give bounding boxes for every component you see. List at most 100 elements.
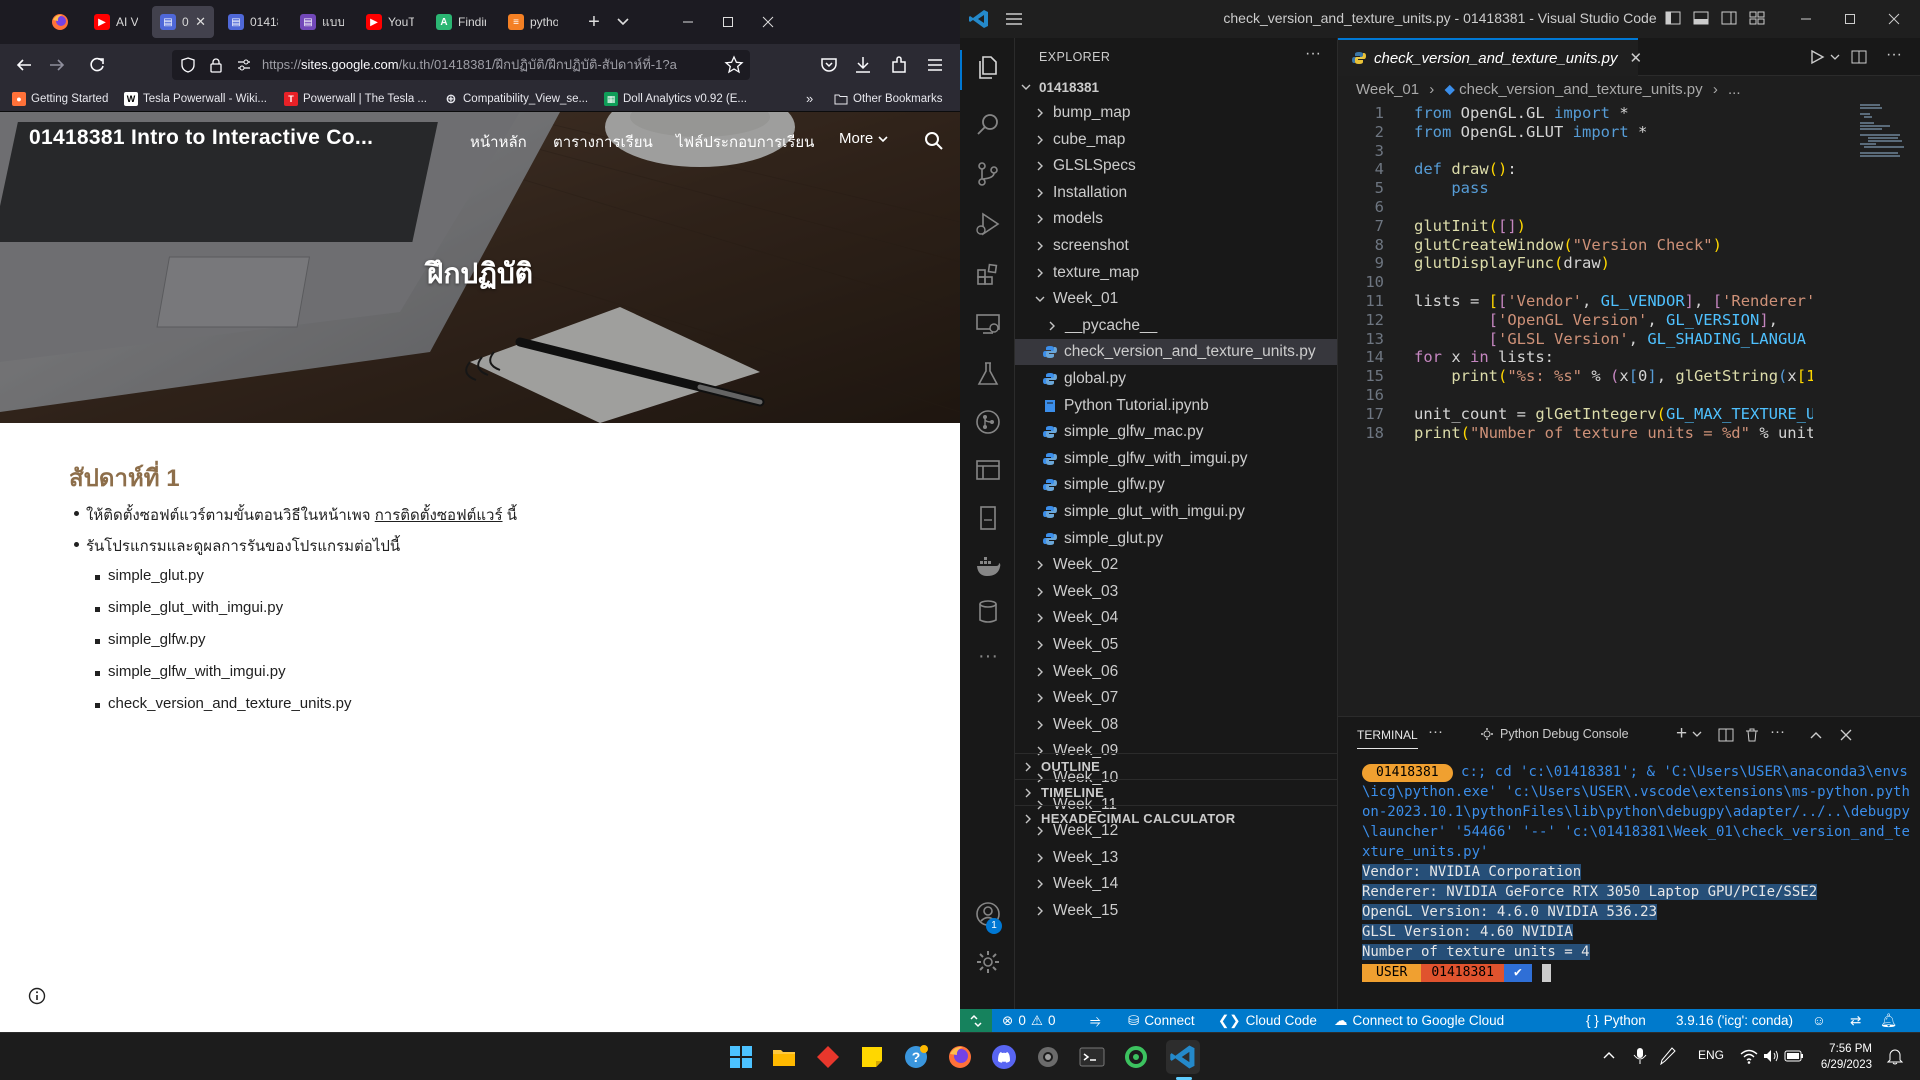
timeline-section[interactable]: TIMELINE (1015, 779, 1337, 805)
browser-tab[interactable]: A Finding (428, 6, 494, 38)
folder-item[interactable]: Week_02 (1015, 552, 1337, 578)
new-terminal-icon[interactable]: + (1676, 723, 1687, 745)
folder-item[interactable]: Week_13 (1015, 845, 1337, 871)
file-item[interactable]: Python Tutorial.ipynb (1015, 393, 1337, 419)
gear-icon[interactable] (974, 948, 1002, 976)
run-dropdown-icon[interactable] (1830, 52, 1840, 62)
debug-console-selector[interactable]: Python Debug Console (1480, 727, 1629, 741)
folder-item[interactable]: screenshot (1015, 233, 1337, 259)
file-explorer-icon[interactable] (770, 1043, 798, 1071)
file-item[interactable]: simple_glfw.py (1015, 472, 1337, 498)
close-icon[interactable] (1884, 9, 1904, 29)
database-icon[interactable] (974, 598, 1002, 626)
breadcrumb-symbol[interactable]: ... (1728, 81, 1741, 98)
lock-icon[interactable] (208, 57, 224, 73)
file-item[interactable]: simple_glfw_mac.py (1015, 419, 1337, 445)
extensions-icon[interactable] (888, 54, 910, 76)
folder-item[interactable]: __pycache__ (1015, 313, 1337, 339)
pocket-icon[interactable] (818, 54, 840, 76)
run-python-icon[interactable] (1808, 48, 1826, 66)
nav-home[interactable]: หน้าหลัก (470, 130, 527, 154)
wifi-icon[interactable] (1740, 1047, 1758, 1065)
minimize-icon[interactable] (676, 10, 700, 34)
folder-item[interactable]: texture_map (1015, 260, 1337, 286)
hex-calculator-section[interactable]: HEXADECIMAL CALCULATOR (1015, 805, 1337, 831)
green-ring-app-icon[interactable] (1122, 1043, 1150, 1071)
nav-schedule[interactable]: ตารางการเรียน (553, 130, 653, 154)
more-icon[interactable]: ··· (974, 646, 1002, 674)
chevron-more-bookmarks-icon[interactable]: » (806, 91, 822, 107)
split-terminal-icon[interactable] (1718, 727, 1734, 743)
git-graph-icon[interactable] (974, 408, 1002, 436)
source-control-icon[interactable] (974, 160, 1002, 188)
system-clock[interactable]: 7:56 PM 6/29/2023 (1812, 1041, 1872, 1073)
folder-item[interactable]: models (1015, 206, 1337, 232)
split-editor-icon[interactable] (1850, 48, 1868, 66)
close-panel-icon[interactable] (1838, 727, 1854, 743)
vscode-taskbar-icon[interactable] (1166, 1040, 1200, 1074)
explorer-files-icon[interactable] (974, 53, 1002, 81)
get-help-icon[interactable]: ? (902, 1043, 930, 1071)
folder-item[interactable]: Week_14 (1015, 871, 1337, 897)
toggle-primary-sidebar-icon[interactable] (1664, 9, 1682, 27)
url-bar[interactable]: https://sites.google.com/ku.th/01418381/… (172, 50, 750, 80)
more-actions-icon[interactable]: ··· (1886, 46, 1906, 66)
folder-item[interactable]: Week_05 (1015, 632, 1337, 658)
device-icon[interactable] (974, 504, 1002, 532)
bookmark-item[interactable]: ● Getting Started (12, 90, 108, 108)
customize-layout-icon[interactable] (1748, 9, 1766, 27)
info-icon[interactable] (28, 987, 46, 1005)
browser-tab[interactable]: ▤ แบบสอบ (292, 6, 352, 38)
notifications-bell-icon[interactable]: 🔔︎ (1880, 1009, 1897, 1032)
downloads-icon[interactable] (852, 54, 874, 76)
firefox-taskbar-icon[interactable] (946, 1043, 974, 1071)
file-item[interactable]: simple_glut.py (1015, 526, 1337, 552)
feedback-icon[interactable]: ⇄ (1850, 1009, 1861, 1032)
site-title[interactable]: 01418381 Intro to Interactive Co... (29, 126, 373, 150)
outline-section[interactable]: OUTLINE (1015, 753, 1337, 779)
maximize-icon[interactable] (716, 10, 740, 34)
debug-run-icon[interactable]: ⥤ (1090, 1009, 1101, 1032)
settings-gear-icon[interactable] (1034, 1043, 1062, 1071)
folder-item[interactable]: bump_map (1015, 100, 1337, 126)
file-item[interactable]: simple_glut_with_imgui.py (1015, 499, 1337, 525)
microphone-icon[interactable] (1632, 1047, 1648, 1065)
back-icon[interactable] (13, 54, 35, 76)
bookmark-item[interactable]: W Tesla Powerwall - Wiki... (124, 90, 267, 108)
tab-terminal[interactable]: TERMINAL (1357, 728, 1418, 749)
close-icon[interactable] (756, 10, 780, 34)
trash-icon[interactable] (1744, 727, 1760, 743)
python-interpreter[interactable]: 3.9.16 ('icg': conda) (1676, 1009, 1793, 1032)
minimap[interactable] (1860, 102, 1915, 162)
bookmark-star-icon[interactable] (724, 55, 744, 75)
search-icon[interactable] (924, 131, 944, 151)
firefox-menu-icon[interactable] (50, 12, 70, 32)
language-mode[interactable]: { } Python (1586, 1009, 1646, 1032)
folder-item[interactable]: Week_06 (1015, 659, 1337, 685)
file-item[interactable]: global.py (1015, 366, 1337, 392)
close-tab-icon[interactable]: ✕ (1630, 49, 1643, 67)
browser-tab[interactable]: ▤ 0141838 (220, 6, 286, 38)
google-cloud-button[interactable]: ☁ Connect to Google Cloud (1334, 1009, 1504, 1032)
volume-icon[interactable] (1762, 1047, 1780, 1065)
problems-indicator[interactable]: ⊗ 0 ⚠ 0 (1002, 1009, 1055, 1032)
bookmark-item[interactable]: T Powerwall | The Tesla ... (284, 90, 427, 108)
browser-tab[interactable]: ▶ AI Voice (86, 6, 146, 38)
browser-tab[interactable]: ▶ YouTube (358, 6, 422, 38)
discord-icon[interactable] (990, 1043, 1018, 1071)
connect-button[interactable]: ⛁ Connect (1128, 1009, 1195, 1032)
folder-item[interactable]: Week_07 (1015, 685, 1337, 711)
browser-tab[interactable]: ≡ python (500, 6, 566, 38)
nav-more[interactable]: More (839, 130, 889, 147)
folder-item[interactable]: Week_04 (1015, 605, 1337, 631)
start-windows-icon[interactable] (727, 1043, 755, 1071)
folder-item[interactable]: Installation (1015, 180, 1337, 206)
workspace-root[interactable]: 01418381 (1015, 74, 1337, 100)
remote-window-icon[interactable] (974, 456, 1002, 484)
breadcrumb-folder[interactable]: Week_01 (1356, 81, 1419, 98)
other-bookmarks[interactable]: Other Bookmarks (834, 90, 942, 108)
permissions-icon[interactable] (236, 57, 252, 73)
toggle-panel-icon[interactable] (1692, 9, 1710, 27)
folder-item[interactable]: cube_map (1015, 127, 1337, 153)
terminal-app-icon[interactable] (1078, 1043, 1106, 1071)
